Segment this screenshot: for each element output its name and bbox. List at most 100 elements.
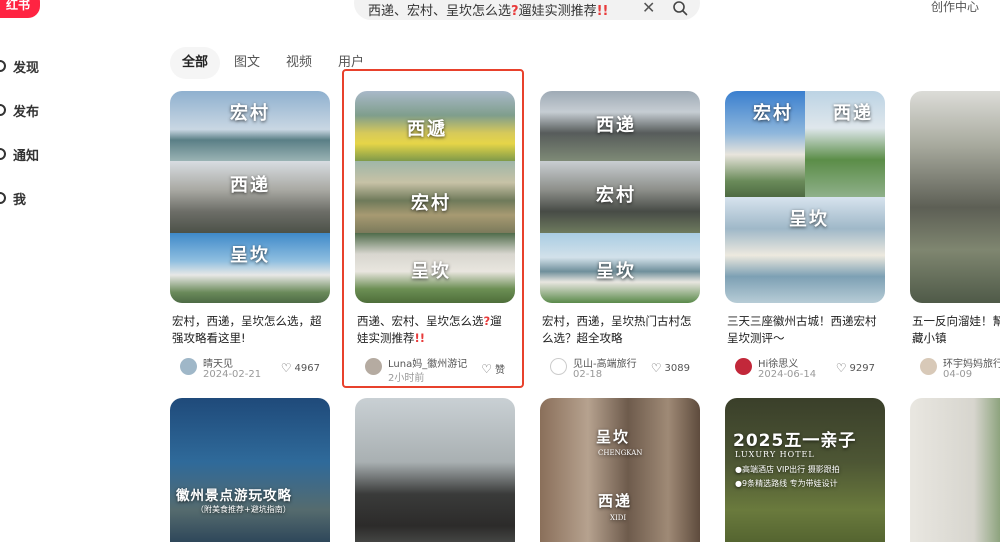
cover-label: CHENGKAN [598,449,643,457]
post-date: 02-18 [573,369,603,380]
cover-label: 呈坎 [596,261,636,282]
sidebar-item-label: 发布 [13,104,40,120]
cover-label: 呈坎 [411,261,451,282]
cover-label: 西递 [833,103,873,124]
tab-video[interactable]: 视频 [274,47,324,79]
like-button[interactable]: ♡ 4967 [281,361,320,375]
tab-users[interactable]: 用户 [326,47,376,79]
tab-image-text[interactable]: 图文 [222,47,272,79]
note-card[interactable] [910,398,1000,542]
sidebar-item-me[interactable]: 我 [0,188,26,208]
search-input[interactable]: 西递、宏村、呈坎怎么选?遛娃实测推荐!! [368,0,628,19]
note-cover-image: 宏村 西递 呈坎 [725,91,885,303]
post-date: 2024-06-14 [758,369,817,380]
avatar-icon [0,192,6,204]
author-name[interactable]: 环宇妈妈旅行 [943,355,1000,370]
author-name[interactable]: 晴天见 [203,355,288,370]
heart-icon: ♡ [835,361,847,375]
heart-icon: ♡ [650,361,662,375]
filter-tabs: 全部 图文 视频 用户 [170,47,378,79]
avatar[interactable] [920,358,937,375]
note-card[interactable]: 西递 宏村 呈坎 宏村，西递，呈坎热门古村怎么选？超全攻略 见山-高端旅行 02… [540,91,700,381]
note-cover-image: 西遞 宏村 呈坎 [355,91,515,303]
note-cover-image [910,398,1000,542]
cover-label: 呈坎 [596,428,631,446]
avatar[interactable] [735,358,752,375]
note-cover-image: 2025五一亲子 LUXURY HOTEL ●高端酒店 VIP出行 摄影跟拍 ●… [725,398,885,542]
note-card[interactable]: 呈坎 CHENGKAN 西递 XIDI [540,398,700,542]
like-count: 赞 [495,365,505,376]
cover-label: 宏村 [596,185,636,206]
cover-label: 呈坎 [789,209,829,230]
cover-label: 西递 [596,115,636,136]
compass-icon [0,60,6,72]
plus-icon [0,104,6,116]
note-title[interactable]: 宏村，西递，呈坎怎么选，超强攻略看这里! [170,313,330,347]
cover-label: 宏村 [411,193,451,214]
note-cover-image: 西递 宏村 呈坎 [540,91,700,303]
like-button[interactable]: ♡ 赞 [481,361,505,377]
sidebar-item-label: 发现 [13,60,40,76]
post-date: 2小时前 [388,373,425,384]
cover-label: 2025五一亲子 [733,431,857,451]
search-query-part: 西递、宏村、呈坎怎么选 [368,3,512,19]
like-button[interactable]: ♡ 9297 [836,361,875,375]
cover-label: 西递 [230,175,270,196]
heart-icon: ♡ [280,361,292,375]
note-title[interactable]: 宏村，西递，呈坎热门古村怎么选？超全攻略 [540,313,700,347]
sidebar-item-publish[interactable]: 发布 [0,100,39,120]
note-cover-image [355,398,515,542]
cover-label: ●高端酒店 VIP出行 摄影跟拍 [735,465,840,474]
search-query-mark: !! [596,3,609,19]
like-count: 4967 [294,362,320,374]
tab-all[interactable]: 全部 [170,47,221,79]
search-query-mark: ? [511,3,519,19]
cover-label: ●9条精选路线 专为带娃设计 [735,479,838,488]
note-title[interactable]: 五一反向溜娃！幫被低估的宝藏小镇 [910,313,1000,347]
cover-label: XIDI [610,514,627,522]
note-cover-image [910,91,1000,303]
sidebar-item-notifications[interactable]: 通知 [0,144,39,164]
like-count: 9297 [849,362,875,374]
creator-center-link[interactable]: 创作中心 [931,0,979,15]
note-cover-image: 宏村 西递 呈坎 [170,91,330,303]
app-logo[interactable]: 红书 [0,0,40,18]
note-card[interactable]: 五一反向溜娃！幫被低估的宝藏小镇 环宇妈妈旅行 04-09 [910,91,1000,381]
clear-search-icon[interactable]: ✕ [642,0,655,18]
note-cover-image: 徽州景点游玩攻略 （附美食推荐+避坑指南） [170,398,330,542]
bell-icon [0,148,6,160]
logo-text: 红书 [5,0,30,12]
sidebar-item-discover[interactable]: 发现 [0,56,39,76]
note-card[interactable]: 徽州景点游玩攻略 （附美食推荐+避坑指南） [170,398,330,542]
note-title-part: 西递、宏村、呈坎怎么选 [357,314,484,328]
cover-label: （附美食推荐+避坑指南） [196,505,291,514]
avatar[interactable] [550,358,567,375]
cover-label: 西遞 [407,119,447,140]
note-card[interactable] [355,398,515,542]
note-title[interactable]: 三天三座徽州古城！西递宏村呈坎测评～ [725,313,885,347]
like-button[interactable]: ♡ 3089 [651,361,690,375]
cover-label: 西递 [598,492,633,510]
note-card[interactable]: 宏村 西递 呈坎 宏村，西递，呈坎怎么选，超强攻略看这里! 晴天见 2024-0… [170,91,330,381]
cover-label: 呈坎 [230,245,270,266]
note-title[interactable]: 西递、宏村、呈坎怎么选?遛娃实测推荐!! [355,313,515,347]
cover-label: LUXURY HOTEL [735,450,815,459]
post-date: 2024-02-21 [203,369,262,380]
cover-label: 宏村 [230,103,270,124]
author-name[interactable]: Hi徐思义 [758,355,843,370]
cover-label: 徽州景点游玩攻略 [176,488,292,504]
search-icon[interactable] [672,0,688,16]
note-card[interactable]: 宏村 西递 呈坎 三天三座徽州古城！西递宏村呈坎测评～ Hi徐思义 2024-0… [725,91,885,381]
note-card[interactable]: 2025五一亲子 LUXURY HOTEL ●高端酒店 VIP出行 摄影跟拍 ●… [725,398,885,542]
sidebar-item-label: 我 [13,192,27,208]
note-title-mark: !! [414,331,426,345]
author-name[interactable]: 见山-高端旅行 [573,355,658,370]
note-card[interactable]: 西遞 宏村 呈坎 西递、宏村、呈坎怎么选?遛娃实测推荐!! Luna妈_徽州游记… [355,91,515,384]
like-count: 3089 [664,362,690,374]
cover-label: 宏村 [753,103,793,124]
avatar[interactable] [180,358,197,375]
search-bar[interactable]: 西递、宏村、呈坎怎么选?遛娃实测推荐!! ✕ [354,0,700,20]
avatar[interactable] [365,358,382,375]
author-name[interactable]: Luna妈_徽州游记 [388,355,473,370]
note-cover-image: 呈坎 CHENGKAN 西递 XIDI [540,398,700,542]
